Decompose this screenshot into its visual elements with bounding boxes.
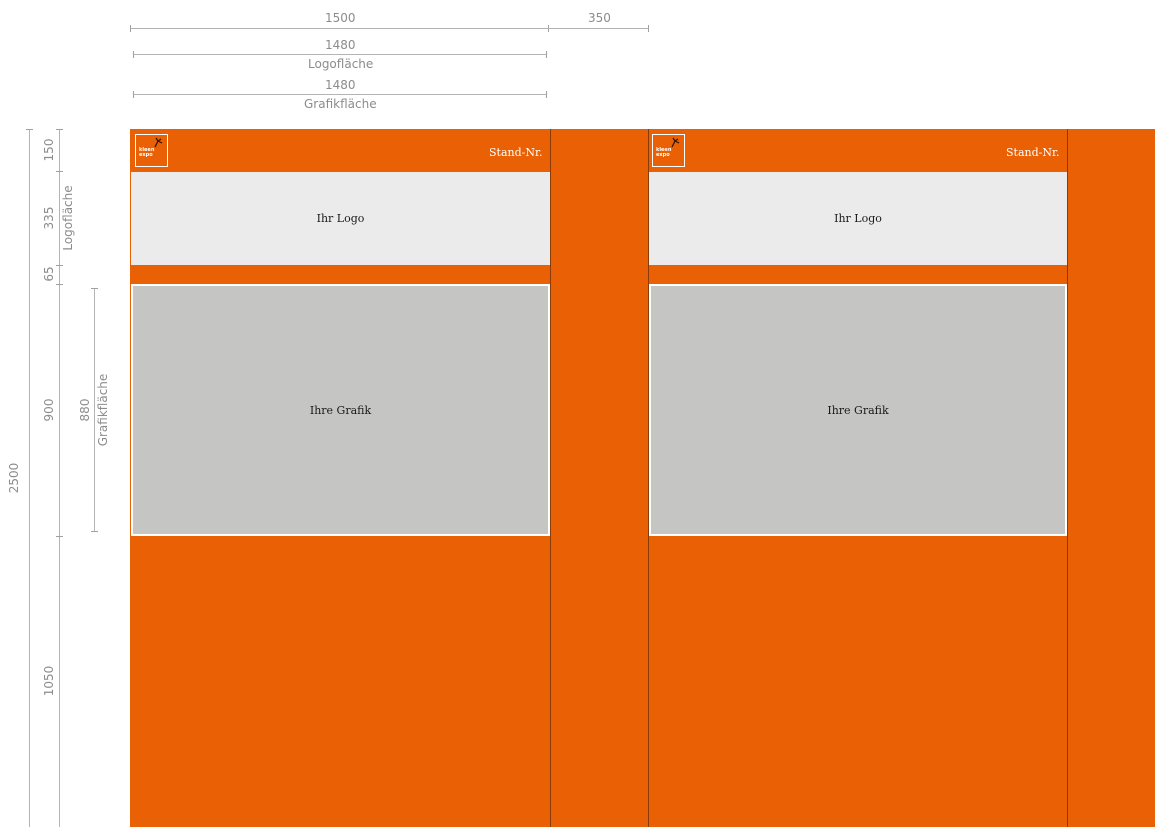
stand-number-label: Stand-Nr. [1006,146,1060,159]
brand-logo-text: kleen expo [656,147,672,158]
dim-tick [56,284,63,285]
grafik-area-label: Ihre Grafik [827,403,889,417]
panel-divider [1067,129,1068,827]
dim-tick [91,531,98,532]
dim-grafik-width: 1480 [325,78,356,92]
grafik-area-label: Ihre Grafik [309,403,372,417]
dim-tick [56,536,63,537]
logo-area: Ihr Logo [649,172,1067,265]
dim-total-height: 2500 [7,462,21,494]
dim-total-height-line [29,129,30,827]
dim-logo-width: 1480 [325,38,356,52]
dim-grafik-height-line [94,288,95,531]
dim-total-width-line [130,28,548,29]
dim-spacer-height: 65 [42,266,56,282]
dim-logo-height: 335 [42,206,56,230]
dim-tick [546,51,547,58]
dim-tick [133,51,134,58]
dim-bottom-height: 1050 [42,665,56,697]
stand-number-label: Stand-Nr. [489,146,543,159]
dim-tick [56,129,63,130]
dim-tick [130,25,131,32]
dim-header-height: 150 [42,138,56,162]
dim-logo-height-label: Logofläche [61,185,75,251]
dim-logo-label: Logofläche [308,57,374,71]
dim-logo-width-line [133,54,546,55]
brand-logo: kleen expo [135,134,168,167]
dim-tick [26,129,33,130]
dim-tick [648,25,649,32]
dim-gap-width-line [548,28,648,29]
dim-tick [56,171,63,172]
dim-tick [91,288,98,289]
logo-area: Ihr Logo [131,172,550,265]
dim-tick [56,265,63,266]
logo-area-label: Ihr Logo [316,212,365,225]
dim-grafik-outer-height: 900 [42,398,56,422]
dim-tick [133,91,134,98]
dim-tick [546,91,547,98]
logo-area-label: Ihr Logo [834,212,882,225]
dim-grafik-height: 880 [78,398,92,422]
dim-grafik-label: Grafikfläche [304,97,377,111]
grafik-area: Ihre Grafik [131,284,550,536]
brand-logo: kleen expo [652,134,685,167]
dim-gap-width: 350 [588,11,611,25]
brand-logo-text: kleen expo [139,147,155,158]
dim-grafik-width-line [133,94,546,95]
grafik-area: Ihre Grafik [649,284,1067,536]
dim-grafik-height-label: Grafikfläche [96,373,110,447]
dim-total-width: 1500 [325,11,356,25]
dim-segments-line [59,129,60,827]
panel-divider [550,129,551,827]
